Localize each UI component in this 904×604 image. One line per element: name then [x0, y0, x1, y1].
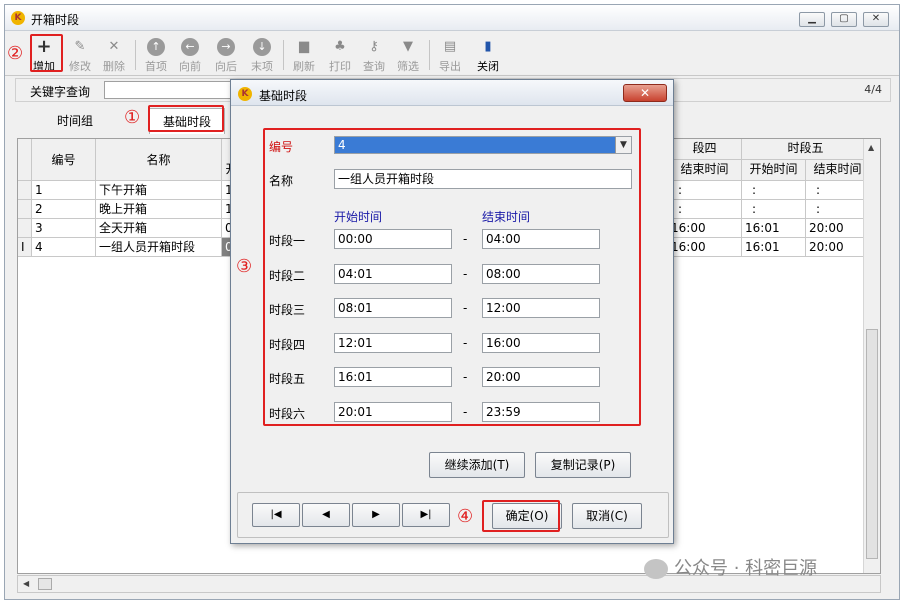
nav-prev-button[interactable]: ◀	[302, 503, 350, 527]
edit-icon: ✎	[74, 39, 86, 54]
page-indicator: 4/4	[864, 83, 882, 96]
callout-1: ①	[124, 107, 141, 128]
delete-button[interactable]: ✕ 删除	[97, 36, 131, 74]
filter-icon: ▼	[403, 39, 413, 54]
column-group-period-5: 时段五	[742, 139, 870, 160]
door-icon: ▮	[484, 39, 492, 54]
nav-last-button[interactable]: ▶|	[402, 503, 450, 527]
arrow-right-icon: →	[217, 38, 235, 56]
refresh-icon: ▆	[299, 39, 309, 54]
column-header-id[interactable]: 编号	[32, 139, 96, 181]
column-header-end-time[interactable]: 结束时间	[668, 160, 742, 181]
last-record-button[interactable]: ↓ 末项	[245, 36, 279, 74]
callout-3: ③	[236, 256, 253, 277]
row-cursor-icon: I	[18, 238, 32, 257]
tab-time-group[interactable]: 时间组	[43, 108, 107, 134]
next-record-button[interactable]: → 向后	[209, 36, 243, 74]
cancel-button[interactable]: 取消(C)	[572, 503, 642, 529]
nav-next-button[interactable]: ▶	[352, 503, 400, 527]
vertical-scroll-thumb[interactable]	[866, 329, 878, 559]
delete-icon: ✕	[108, 39, 120, 54]
filter-button[interactable]: ▼ 筛选	[391, 36, 425, 74]
title-bar: K 开箱时段 ▁ ▢ ✕	[5, 5, 899, 31]
key-icon: ⚷	[369, 39, 379, 54]
previous-record-button[interactable]: ← 向前	[173, 36, 207, 74]
horizontal-scroll-thumb[interactable]	[38, 578, 52, 590]
callout-box-tab	[148, 105, 224, 132]
arrow-up-icon: ↑	[147, 38, 165, 56]
copy-record-button[interactable]: 复制记录(P)	[535, 452, 631, 478]
export-icon: ▤	[443, 39, 457, 54]
maximize-button[interactable]: ▢	[831, 12, 857, 27]
arrow-left-icon: ←	[181, 38, 199, 56]
dialog-close-button[interactable]: ✕	[623, 84, 667, 102]
callout-4: ④	[457, 506, 474, 527]
keyword-search-input[interactable]	[104, 81, 244, 99]
refresh-button[interactable]: ▆ 刷新	[287, 36, 321, 74]
minimize-button[interactable]: ▁	[799, 12, 825, 27]
column-header-name[interactable]: 名称	[96, 139, 222, 181]
callout-box-add	[30, 34, 63, 72]
close-window-button[interactable]: ✕	[863, 12, 889, 27]
column-group-period-4: 段四	[668, 139, 742, 160]
column-header-end-time[interactable]: 结束时间	[806, 160, 870, 181]
export-button[interactable]: ▤ 导出	[433, 36, 467, 74]
first-record-button[interactable]: ↑ 首项	[139, 36, 173, 74]
basic-period-dialog: K 基础时段 ✕ 编号 4 ▼ 名称 一组人员开箱时段 开始时间 结束时间 时段…	[230, 79, 674, 544]
callout-box-ok	[482, 500, 560, 532]
record-navigator: |◀ ◀ ▶ ▶| 确定(O) 取消(C)	[237, 492, 669, 538]
continue-add-button[interactable]: 继续添加(T)	[429, 452, 525, 478]
window-title: 开箱时段	[31, 13, 80, 27]
callout-2: ②	[7, 43, 24, 64]
toolbar: + 增加 ✎ 修改 ✕ 删除 ↑ 首项 ← 向前 → 向后 ↓ 末项 ▆ 刷新 …	[5, 32, 899, 76]
close-button[interactable]: ▮ 关闭	[471, 36, 505, 74]
column-header-start-time[interactable]: 开始时间	[742, 160, 806, 181]
keyword-search-label: 关键字查询	[30, 85, 91, 99]
callout-box-form	[263, 128, 641, 426]
vertical-scrollbar[interactable]: ▲	[863, 139, 880, 573]
watermark-text: 公众号 · 科密巨源	[674, 558, 818, 579]
print-button[interactable]: ♣ 打印	[323, 36, 357, 74]
dialog-title-bar: K 基础时段 ✕	[231, 80, 673, 106]
nav-first-button[interactable]: |◀	[252, 503, 300, 527]
arrow-down-icon: ↓	[253, 38, 271, 56]
scroll-up-icon[interactable]: ▲	[868, 143, 874, 152]
dialog-title: 基础时段	[259, 89, 308, 103]
query-button[interactable]: ⚷ 查询	[357, 36, 391, 74]
scroll-left-icon[interactable]: ◀	[23, 579, 29, 588]
app-icon: K	[11, 11, 25, 25]
print-icon: ♣	[334, 39, 346, 54]
edit-button[interactable]: ✎ 修改	[63, 36, 97, 74]
dialog-app-icon: K	[238, 87, 252, 101]
